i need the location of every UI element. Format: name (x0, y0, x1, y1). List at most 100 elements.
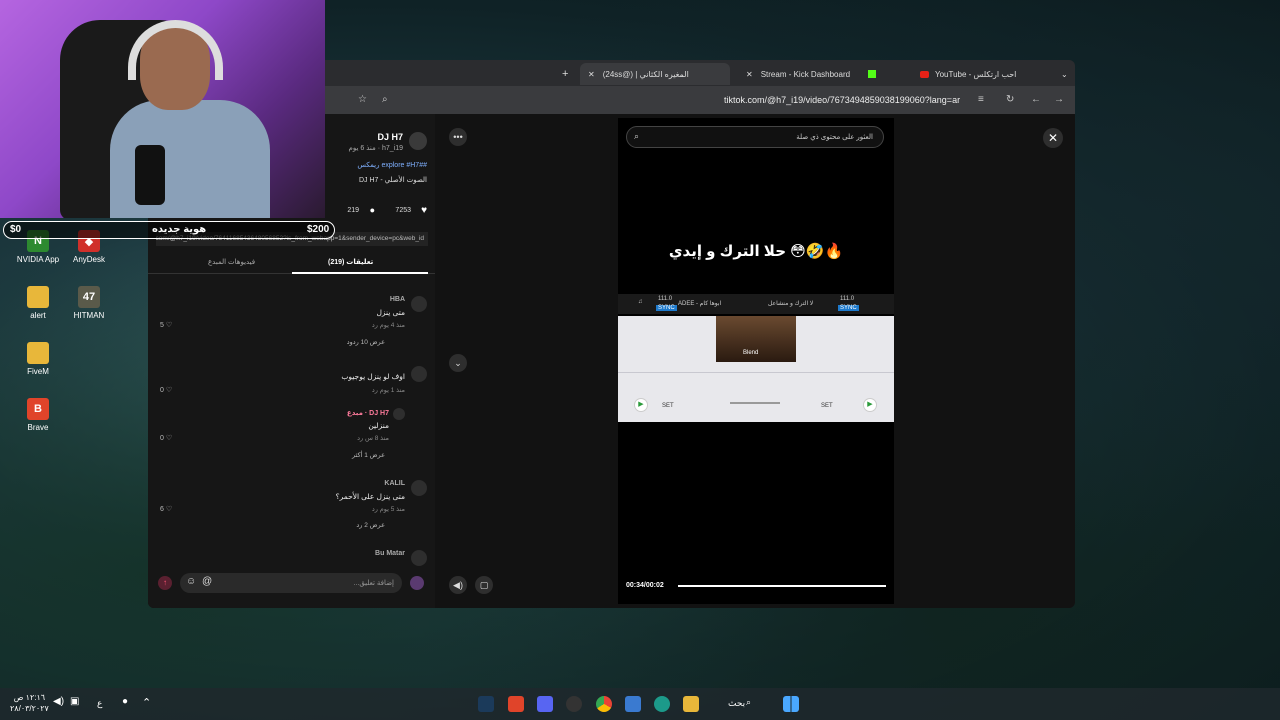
tab-tiktok[interactable]: ✕ المغيره الكثاني | (@24ss) (580, 63, 730, 85)
volume-icon[interactable]: ◀) (53, 696, 64, 707)
edge-icon[interactable] (654, 696, 670, 712)
view-replies-button[interactable]: عرض 10 ردود (347, 338, 385, 346)
blend-label: Blend (743, 350, 759, 356)
obs-icon[interactable] (566, 696, 582, 712)
reload-icon[interactable]: ↻ (1006, 94, 1014, 105)
comment-likes[interactable]: 5 ♡ (160, 321, 172, 329)
play-right-button[interactable]: ▶ (863, 398, 877, 412)
brave-icon[interactable] (508, 696, 524, 712)
scroll-down-button[interactable]: ⌄ (449, 354, 467, 372)
view-more-button[interactable]: عرض 1 أكثر (352, 451, 385, 459)
desktop-icon-label: AnyDesk (72, 255, 105, 264)
taskbar: ⌃ ● ع ▣ ◀) ⌕ بحث (0, 688, 1280, 720)
zoom-icon[interactable]: ⌕ (382, 94, 388, 105)
creator-name[interactable]: DJ H7 (377, 132, 403, 142)
sync-right: SYNC (838, 305, 859, 311)
youtube-icon (920, 70, 929, 78)
comment-author[interactable]: KALIL (384, 480, 405, 487)
comment-author[interactable]: Bu Matar (375, 550, 405, 557)
comment-likes[interactable]: 0 ♡ (160, 434, 172, 442)
avatar[interactable] (411, 366, 427, 382)
bookmark-star-icon[interactable]: ☆ (358, 94, 367, 105)
tab-kick[interactable]: ✕ Stream - Kick Dashboard (738, 63, 888, 85)
sound-label[interactable]: الصوت الأصلي - DJ H7 (359, 176, 427, 184)
comment-count: 219 (347, 207, 359, 214)
system-clock[interactable]: ١٢:١٦ ص ٢٨/٠٣/٢٠٢٧ (10, 692, 49, 714)
tab-list-button[interactable]: ⌄ (1053, 63, 1071, 85)
related-search-input[interactable]: ⌕ العثور على محتوى ذي صلة (626, 126, 884, 148)
play-left-button[interactable]: ▶ (634, 398, 648, 412)
crossfader[interactable] (730, 402, 780, 404)
comment-text: اوف لو ينزل يوجيوب (341, 372, 405, 381)
comment-text: متى ينزل (376, 308, 405, 317)
clock-time: ١٢:١٦ ص (13, 693, 46, 702)
comment-likes[interactable]: 6 ♡ (160, 505, 172, 513)
close-icon[interactable]: ✕ (588, 70, 595, 79)
comment-icon[interactable]: ● (370, 205, 375, 215)
hitman-icon: 47 (78, 286, 100, 308)
comment-meta[interactable]: منذ 8 س رد (357, 434, 389, 442)
tab-creator-videos[interactable]: فيديوهات المبدع (208, 258, 255, 266)
comment-input[interactable]: ☺ @ إضافة تعليق... (180, 573, 402, 593)
tab-label: YouTube - احب ارتكلس (935, 69, 1017, 79)
deck-separator (618, 372, 894, 373)
user-avatar[interactable] (410, 576, 424, 590)
url-field[interactable]: tiktok.com/@h7_i19/video/767349485903819… (724, 95, 960, 105)
taskbar-search[interactable]: ⌕ بحث (712, 694, 768, 714)
discord-icon[interactable] (537, 696, 553, 712)
close-icon[interactable]: ✕ (746, 70, 753, 79)
comment-likes[interactable]: 0 ♡ (160, 386, 172, 394)
chrome-icon[interactable] (596, 696, 612, 712)
language-indicator[interactable]: ع (97, 698, 102, 709)
money-bar: $0 هوية جديده $200 (3, 221, 335, 239)
pip-button[interactable]: ▢ (475, 576, 493, 594)
new-tab-button[interactable]: + (554, 63, 574, 85)
close-video-button[interactable]: ✕ (1043, 128, 1063, 148)
overlay-text: هوية جديده (152, 224, 207, 235)
comment-tabs: تعليقات (219) فيديوهات المبدع (148, 252, 435, 274)
tab-youtube[interactable]: YouTube - احب ارتكلس (908, 63, 1048, 85)
comment-item: KALIL متى ينزل على الأحمر؟ منذ 5 يوم رد … (148, 478, 435, 542)
comment-author[interactable]: HBA (390, 296, 405, 303)
more-options-button[interactable]: ••• (449, 128, 467, 146)
avatar[interactable] (393, 408, 405, 420)
mic-icon[interactable]: ● (122, 696, 128, 707)
forward-icon[interactable]: → (1054, 94, 1064, 105)
set-left-button[interactable]: SET (662, 403, 674, 409)
music-note-icon: ♫ (638, 299, 643, 305)
send-button[interactable]: ↑ (158, 576, 172, 590)
site-settings-icon[interactable]: ≡ (978, 94, 984, 105)
mention-icon[interactable]: @ (202, 576, 212, 587)
comment-author[interactable]: DJ H7 · مبدع (347, 409, 389, 417)
comment-meta[interactable]: منذ 4 يوم رد (372, 321, 405, 329)
avatar[interactable] (411, 480, 427, 496)
store-icon[interactable] (625, 696, 641, 712)
chevron-up-icon[interactable]: ⌃ (142, 696, 151, 709)
file-explorer-icon[interactable] (683, 696, 699, 712)
sync-left: SYNC (656, 305, 677, 311)
avatar[interactable] (411, 296, 427, 312)
comment-meta[interactable]: منذ 5 يوم رد (372, 505, 405, 513)
steam-icon[interactable] (478, 696, 494, 712)
set-right-button[interactable]: SET (821, 403, 833, 409)
clock-date: ٢٨/٠٣/٢٠٢٧ (10, 704, 49, 713)
desktop-icon-brave[interactable]: B Brave (8, 398, 68, 432)
video-player[interactable]: ⌕ العثور على محتوى ذي صلة حلا الترك و إي… (618, 118, 894, 604)
emoji-icon[interactable]: ☺ (186, 576, 196, 587)
volume-button[interactable]: ◀) (449, 576, 467, 594)
tab-comments[interactable]: تعليقات (219) (328, 258, 373, 266)
avatar[interactable] (411, 550, 427, 566)
heart-icon[interactable]: ♥ (421, 205, 427, 216)
back-icon[interactable]: ← (1031, 94, 1041, 105)
desktop-icon-hitman[interactable]: 47 HITMAN (59, 286, 119, 320)
view-replies-button[interactable]: عرض 2 رد (356, 521, 385, 529)
comment-meta[interactable]: منذ 1 يوم رد (372, 386, 405, 394)
search-placeholder: العثور على محتوى ذي صلة (796, 134, 873, 141)
folder-icon (27, 342, 49, 364)
network-icon[interactable]: ▣ (70, 696, 79, 707)
windows-start-icon[interactable] (783, 696, 799, 712)
reply-item: DJ H7 · مبدع منزلين منذ 8 س رد 0 ♡ عرض 1… (148, 406, 435, 466)
video-progress[interactable] (678, 585, 886, 587)
creator-avatar[interactable] (409, 132, 427, 150)
desktop-icon-fivem[interactable]: FiveM (8, 342, 68, 376)
